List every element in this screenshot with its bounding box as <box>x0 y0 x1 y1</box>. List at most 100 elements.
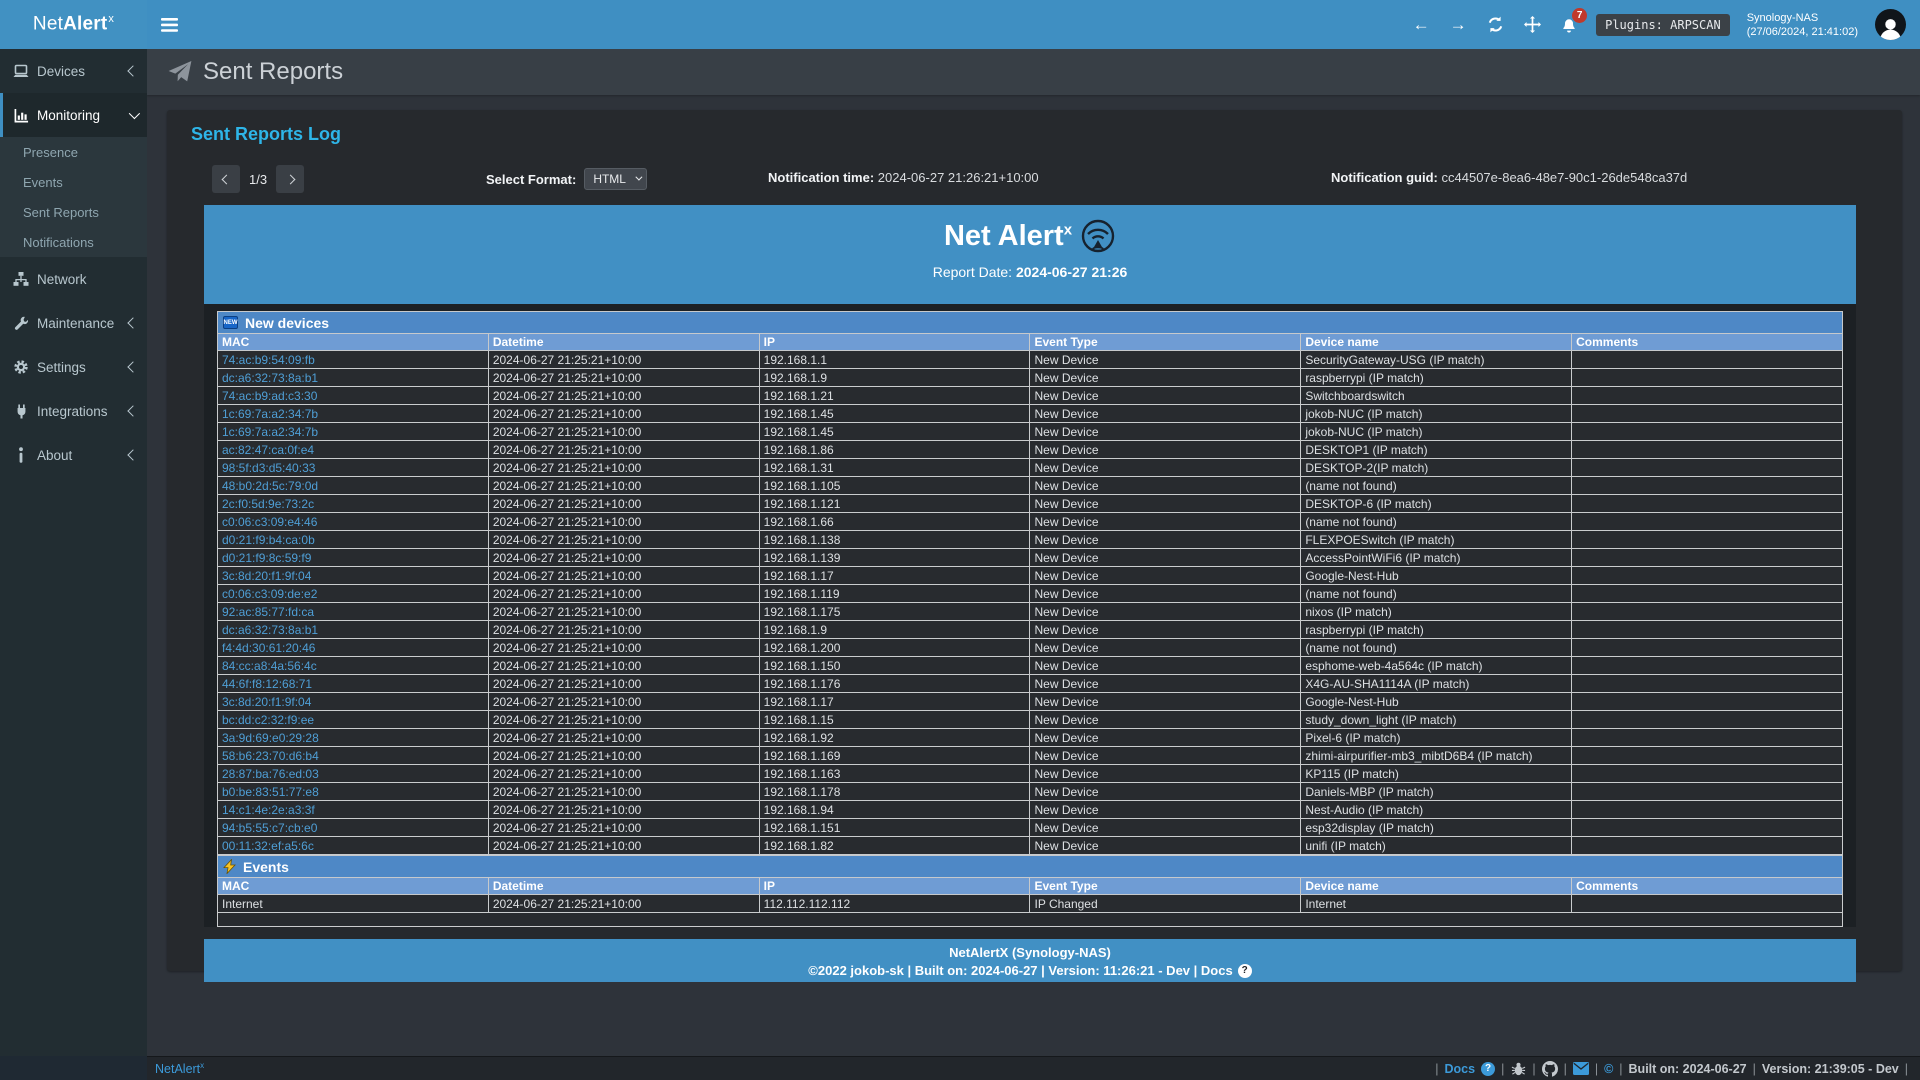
format-select[interactable]: HTML <box>584 168 647 190</box>
bug-report-icon[interactable] <box>1510 1061 1526 1077</box>
sidebar-item-notifications[interactable]: Notifications <box>0 227 147 257</box>
device-mac-link[interactable]: ac:82:47:ca:0f:e4 <box>218 441 489 459</box>
device-mac-link[interactable]: 94:b5:55:c7:cb:e0 <box>218 819 489 837</box>
device-mac-link[interactable]: f4:4d:30:61:20:46 <box>218 639 489 657</box>
table-row: 3c:8d:20:f1:9f:042024-06-27 21:25:21+10:… <box>218 567 1843 585</box>
table-cell: New Device <box>1030 549 1301 567</box>
table-row: 94:b5:55:c7:cb:e02024-06-27 21:25:21+10:… <box>218 819 1843 837</box>
report-toolbar: 1/3 Select Format: HTML Notification tim… <box>167 157 1902 203</box>
copyright-link[interactable]: © <box>1604 1062 1613 1076</box>
sidebar-item-network[interactable]: Network <box>0 257 147 301</box>
table-row: 1c:69:7a:a2:34:7b2024-06-27 21:25:21+10:… <box>218 423 1843 441</box>
column-header: IP <box>759 334 1030 351</box>
device-mac-link[interactable]: 48:b0:2d:5c:79:0d <box>218 477 489 495</box>
report-footer-title: NetAlertX (Synology-NAS) <box>204 945 1856 960</box>
table-cell: 192.168.1.175 <box>759 603 1030 621</box>
sidebar-item-integrations[interactable]: Integrations <box>0 389 147 433</box>
device-mac-link[interactable]: 28:87:ba:76:ed:03 <box>218 765 489 783</box>
device-mac-link[interactable]: 3c:8d:20:f1:9f:04 <box>218 567 489 585</box>
wrench-icon <box>13 315 29 331</box>
top-navbar: NetAlertx ← → 7 Plugins: ARPSCAN Synolog… <box>0 0 1920 49</box>
table-row: 28:87:ba:76:ed:032024-06-27 21:25:21+10:… <box>218 765 1843 783</box>
plugins-status-badge[interactable]: Plugins: ARPSCAN <box>1596 14 1730 36</box>
pager: 1/3 <box>212 165 304 193</box>
device-mac-link[interactable]: 92:ac:85:77:fd:ca <box>218 603 489 621</box>
back-arrow-icon[interactable]: ← <box>1411 15 1431 35</box>
table-cell <box>1572 387 1843 405</box>
device-mac-link[interactable]: 00:11:32:ef:a5:6c <box>218 837 489 855</box>
table-cell: esp32display (IP match) <box>1301 819 1572 837</box>
next-page-button[interactable] <box>276 165 304 193</box>
device-mac-link[interactable]: 74:ac:b9:ad:c3:30 <box>218 387 489 405</box>
footer-brand-link[interactable]: NetAlertx <box>155 1061 204 1076</box>
device-mac-link[interactable]: 44:6f:f8:12:68:71 <box>218 675 489 693</box>
sidebar-item-presence[interactable]: Presence <box>0 137 147 167</box>
table-cell: 192.168.1.21 <box>759 387 1030 405</box>
device-mac-link[interactable]: d0:21:f9:b4:ca:0b <box>218 531 489 549</box>
device-mac-link[interactable]: 2c:f0:5d:9e:73:2c <box>218 495 489 513</box>
table-cell: 192.168.1.139 <box>759 549 1030 567</box>
email-icon[interactable] <box>1573 1061 1589 1077</box>
table-cell: New Device <box>1030 711 1301 729</box>
device-mac-link[interactable]: bc:dd:c2:32:f9:ee <box>218 711 489 729</box>
device-mac-link[interactable]: d0:21:f9:8c:59:f9 <box>218 549 489 567</box>
sent-reports-card: Sent Reports Log 1/3 Select Format: HTML… <box>167 110 1902 971</box>
refresh-icon[interactable] <box>1485 15 1505 35</box>
sidebar-item-maintenance[interactable]: Maintenance <box>0 301 147 345</box>
move-icon[interactable] <box>1522 15 1542 35</box>
table-row: 2c:f0:5d:9e:73:2c2024-06-27 21:25:21+10:… <box>218 495 1843 513</box>
github-icon[interactable] <box>1542 1061 1558 1077</box>
sidebar-item-about[interactable]: About <box>0 433 147 477</box>
sidebar-item-sent-reports[interactable]: Sent Reports <box>0 197 147 227</box>
device-mac-link[interactable]: 3a:9d:69:e0:29:28 <box>218 729 489 747</box>
device-mac-link[interactable]: 84:cc:a8:4a:56:4c <box>218 657 489 675</box>
sidebar-item-monitoring[interactable]: Monitoring <box>0 93 147 137</box>
sidebar-item-devices[interactable]: Devices <box>0 49 147 93</box>
column-header: IP <box>759 878 1030 895</box>
hamburger-icon <box>161 18 178 32</box>
table-cell: 192.168.1.150 <box>759 657 1030 675</box>
sidebar-toggle-button[interactable] <box>147 0 191 49</box>
docs-link[interactable]: Docs <box>1444 1062 1475 1076</box>
notifications-bell-icon[interactable]: 7 <box>1559 15 1579 35</box>
table-cell: Daniels-MBP (IP match) <box>1301 783 1572 801</box>
paper-plane-icon <box>167 60 193 84</box>
docs-question-icon[interactable]: ? <box>1481 1062 1495 1076</box>
table-cell: 2024-06-27 21:25:21+10:00 <box>488 405 759 423</box>
table-cell: 192.168.1.82 <box>759 837 1030 855</box>
device-mac-link[interactable]: b0:be:83:51:77:e8 <box>218 783 489 801</box>
device-mac-link[interactable]: 14:c1:4e:2e:a3:3f <box>218 801 489 819</box>
table-cell: Google-Nest-Hub <box>1301 567 1572 585</box>
sidebar-item-settings[interactable]: Settings <box>0 345 147 389</box>
user-avatar[interactable] <box>1875 9 1906 40</box>
table-row: c0:06:c3:09:de:e22024-06-27 21:25:21+10:… <box>218 585 1843 603</box>
table-cell: 192.168.1.31 <box>759 459 1030 477</box>
device-mac-link[interactable]: dc:a6:32:73:8a:b1 <box>218 369 489 387</box>
table-cell: 2024-06-27 21:25:21+10:00 <box>488 657 759 675</box>
column-header: Event Type <box>1030 878 1301 895</box>
prev-page-button[interactable] <box>212 165 240 193</box>
device-mac-link[interactable]: 1c:69:7a:a2:34:7b <box>218 405 489 423</box>
forward-arrow-icon[interactable]: → <box>1448 15 1468 35</box>
app-logo[interactable]: NetAlertx <box>0 0 147 49</box>
device-mac-link[interactable]: 58:b6:23:70:d6:b4 <box>218 747 489 765</box>
device-mac-link[interactable]: 1c:69:7a:a2:34:7b <box>218 423 489 441</box>
table-cell: New Device <box>1030 477 1301 495</box>
device-mac-link[interactable]: c0:06:c3:09:e4:46 <box>218 513 489 531</box>
table-header-row: MACDatetimeIPEvent TypeDevice nameCommen… <box>218 878 1843 895</box>
device-mac-link[interactable]: 98:5f:d3:d5:40:33 <box>218 459 489 477</box>
table-cell: 2024-06-27 21:25:21+10:00 <box>488 729 759 747</box>
plug-icon <box>13 403 29 419</box>
table-cell <box>1572 459 1843 477</box>
device-mac-link[interactable]: 74:ac:b9:54:09:fb <box>218 351 489 369</box>
device-mac-link[interactable]: 3c:8d:20:f1:9f:04 <box>218 693 489 711</box>
sidebar-item-label: About <box>37 448 121 463</box>
table-cell <box>1572 513 1843 531</box>
gear-icon <box>13 359 29 375</box>
user-icon <box>1878 17 1903 40</box>
table-row: d0:21:f9:8c:59:f92024-06-27 21:25:21+10:… <box>218 549 1843 567</box>
device-mac-link[interactable]: c0:06:c3:09:de:e2 <box>218 585 489 603</box>
table-cell: 192.168.1.66 <box>759 513 1030 531</box>
device-mac-link[interactable]: dc:a6:32:73:8a:b1 <box>218 621 489 639</box>
sidebar-item-events[interactable]: Events <box>0 167 147 197</box>
